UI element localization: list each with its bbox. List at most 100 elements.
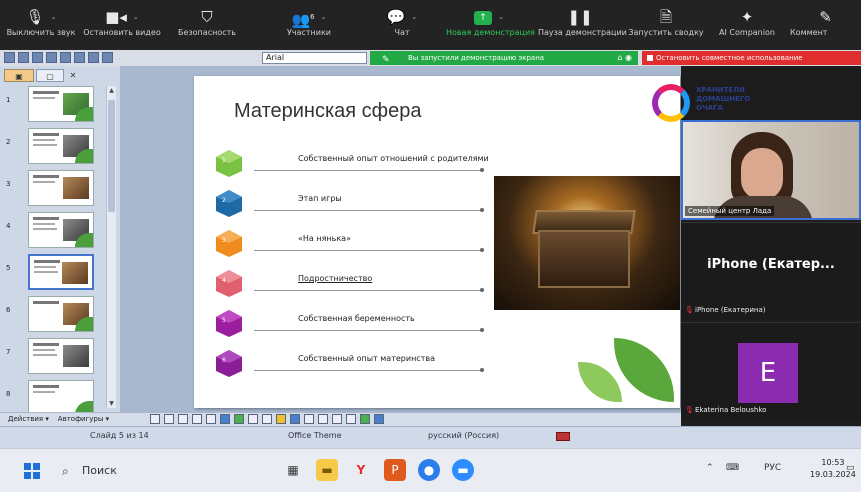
windows-taskbar: ⌕ Поиск ▦ ▬ Y P ● ▬ ⌃ ⌨ РУС 10:53 19.03.… — [0, 448, 861, 492]
oval-tool-icon[interactable] — [192, 414, 202, 424]
outline-tab[interactable]: ▢ — [36, 69, 64, 82]
current-slide[interactable]: Материнская сфера 1 Собственный опыт отн… — [194, 76, 680, 408]
shield-icon: ⛉ — [201, 8, 213, 26]
cut-icon[interactable] — [60, 52, 71, 63]
banner-controls-icon[interactable]: ⌂ ◉ — [617, 51, 632, 65]
show-hidden-icons-icon[interactable]: ⌃ — [706, 463, 714, 473]
cube-bullet-icon — [216, 310, 242, 337]
line-color-icon[interactable] — [290, 414, 300, 424]
start-summary-button[interactable]: 🗎 Запустить сводку — [628, 6, 704, 48]
actions-menu[interactable]: Действия ▾ — [8, 415, 49, 423]
copy-icon[interactable] — [74, 52, 85, 63]
paste-icon[interactable] — [88, 52, 99, 63]
new-share-button[interactable]: ↑ ⌄ Новая демонстрация — [446, 6, 535, 48]
drawing-toolbar: Действия ▾ Автофигуры ▾ — [0, 412, 681, 426]
dash-style-icon[interactable] — [332, 414, 342, 424]
avatar: E — [738, 343, 798, 403]
stop-video-button[interactable]: ■◂ ⌄ Остановить видео — [80, 6, 164, 48]
font-color-icon[interactable] — [304, 414, 314, 424]
zoom-meeting-toolbar: 🎙 ⌄ Выключить звук ■◂ ⌄ Остановить видео ⛉… — [0, 0, 861, 50]
slide-thumb-1[interactable]: 1 — [2, 86, 106, 124]
line-tool-icon[interactable] — [150, 414, 160, 424]
slide-thumb-6[interactable]: 6 — [2, 296, 106, 334]
browser-icon[interactable]: ● — [418, 459, 440, 481]
diagram-icon[interactable] — [234, 414, 244, 424]
picture-icon[interactable] — [262, 414, 272, 424]
rectangle-tool-icon[interactable] — [178, 414, 188, 424]
theme-name: Office Theme — [288, 431, 342, 440]
slides-tab[interactable]: ▣ — [4, 69, 34, 82]
summary-icon: 🗎 — [659, 8, 673, 26]
participant-video-tile[interactable]: Семейный центр Лада — [681, 120, 861, 220]
powerpoint-icon[interactable]: P — [384, 459, 406, 481]
pin-icon: ✎ — [382, 55, 390, 65]
wordart-icon[interactable] — [220, 414, 230, 424]
muted-mic-icon: 🎙 — [685, 406, 694, 414]
input-language[interactable]: РУС — [764, 463, 781, 473]
redo-icon[interactable] — [46, 52, 57, 63]
scroll-up-icon[interactable]: ▲ — [108, 87, 115, 94]
participants-button[interactable]: 👥6 ⌄ Участники — [276, 6, 342, 48]
line-style-icon[interactable] — [318, 414, 328, 424]
mute-button[interactable]: 🎙 ⌄ Выключить звук — [4, 6, 78, 48]
notifications-icon[interactable]: ▭ — [846, 463, 855, 473]
slide-thumb-3[interactable]: 3 — [2, 170, 106, 208]
print-icon[interactable] — [18, 52, 29, 63]
arrow-style-icon[interactable] — [346, 414, 356, 424]
textbox-tool-icon[interactable] — [206, 414, 216, 424]
shadow-icon[interactable] — [360, 414, 370, 424]
chat-button[interactable]: 💬 ⌄ Чат — [380, 6, 424, 48]
task-view-icon[interactable]: ▦ — [282, 459, 304, 481]
share-screen-icon: ↑ ⌄ — [446, 6, 532, 28]
cube-bullet-icon — [216, 350, 242, 377]
spellcheck-icon[interactable] — [556, 432, 570, 441]
autoshapes-menu[interactable]: Автофигуры ▾ — [58, 415, 109, 423]
save-icon[interactable] — [4, 52, 15, 63]
slide-thumb-4[interactable]: 4 — [2, 212, 106, 250]
ai-sparkle-icon: ✦ — [740, 8, 754, 26]
file-explorer-icon[interactable]: ▬ — [316, 459, 338, 481]
participant-tile[interactable]: E 🎙 Ekaterina Beloushko — [681, 322, 861, 420]
slide-thumb-2[interactable]: 2 — [2, 128, 106, 166]
3d-style-icon[interactable] — [374, 414, 384, 424]
participant-name-label: Семейный центр Лада — [685, 206, 775, 216]
font-name-field[interactable]: Arial — [262, 52, 367, 64]
format-painter-icon[interactable] — [102, 52, 113, 63]
muted-mic-icon: 🎙 — [685, 306, 694, 314]
slide-list-item: 5 Собственная беременность — [214, 304, 484, 340]
comment-button[interactable]: ✎ Коммент — [790, 6, 861, 48]
ai-companion-button[interactable]: ✦ AI Companion — [710, 6, 784, 48]
slide-list-item: 1 Собственный опыт отношений с родителям… — [214, 144, 489, 180]
undo-icon[interactable] — [32, 52, 43, 63]
thumbnails-scrollbar[interactable]: ▲ ▼ — [106, 86, 116, 408]
fill-color-icon[interactable] — [276, 414, 286, 424]
comment-icon: ✎ — [819, 8, 832, 26]
security-button[interactable]: ⛉ Безопасность — [168, 6, 246, 48]
slide-editing-area: Материнская сфера 1 Собственный опыт отн… — [120, 66, 750, 412]
cube-bullet-icon — [216, 230, 242, 257]
video-camera-icon: ■◂ ⌄ — [105, 8, 139, 26]
cube-bullet-icon — [216, 270, 242, 297]
slide-thumb-7[interactable]: 7 — [2, 338, 106, 376]
participant-tile[interactable]: iPhone (Екатер... 🎙 iPhone (Екатерина) — [681, 222, 861, 320]
leaf-decoration — [614, 338, 674, 402]
slide-list-item: 6 Собственный опыт материнства — [214, 344, 484, 380]
scroll-down-icon[interactable]: ▼ — [108, 400, 115, 407]
close-icon[interactable]: ✕ — [66, 69, 80, 82]
yandex-browser-icon[interactable]: Y — [350, 459, 372, 481]
slide-thumb-5[interactable]: 5 — [2, 254, 106, 292]
pause-share-button[interactable]: ❚❚ Пауза демонстрации — [538, 6, 627, 48]
slide-list-item: 3 «На нянька» — [214, 224, 484, 260]
start-button[interactable] — [24, 463, 40, 479]
zoom-app-icon[interactable]: ▬ — [452, 459, 474, 481]
scroll-thumb[interactable] — [108, 100, 115, 212]
search-icon: ⌕ — [62, 464, 69, 478]
slide-list-item: 2 Этап игры — [214, 184, 484, 220]
stop-share-button[interactable]: Остановить совместное использование — [642, 51, 861, 65]
keyboard-icon[interactable]: ⌨ — [726, 463, 739, 473]
slides-pane: ▣ ▢ ✕ 1 2 3 4 5 6 7 8 ▲ ▼ — [0, 66, 120, 416]
taskbar-search[interactable]: ⌕ Поиск — [58, 459, 258, 483]
arrow-tool-icon[interactable] — [164, 414, 174, 424]
microphone-icon: 🎙 ⌄ — [25, 8, 57, 26]
clipart-icon[interactable] — [248, 414, 258, 424]
